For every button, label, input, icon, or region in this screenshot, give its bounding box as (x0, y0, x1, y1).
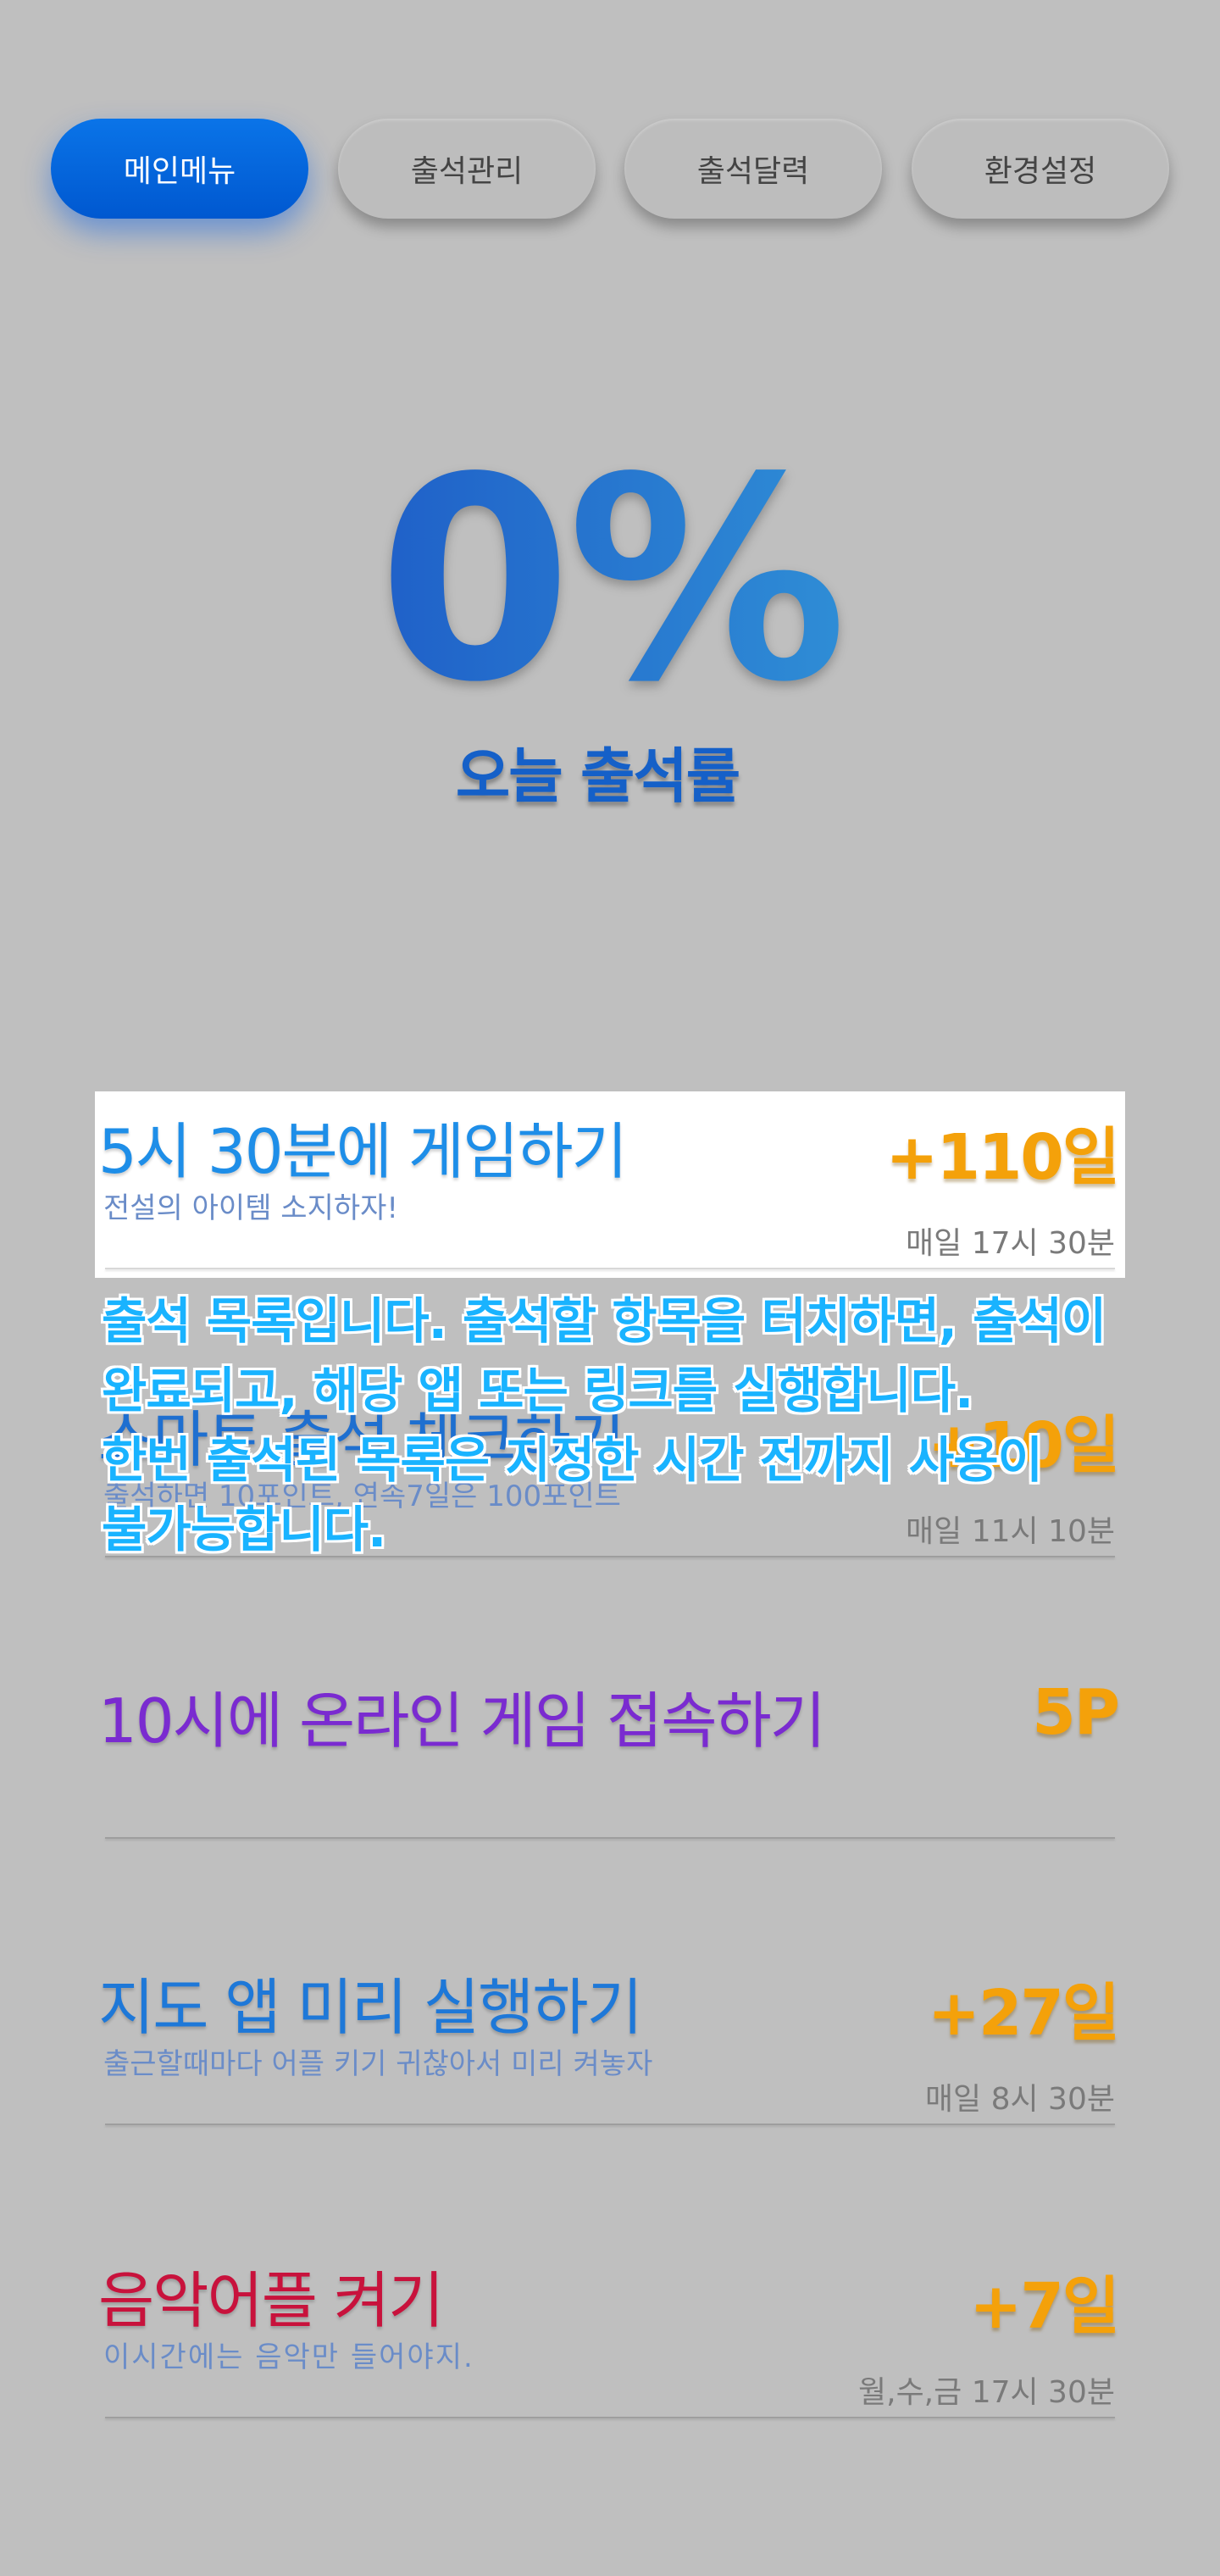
tab-label: 환경설정 (984, 154, 1097, 189)
item-points: +110일 (885, 1121, 1120, 1194)
tab-label: 출석관리 (410, 154, 524, 189)
tutorial-line: 한번 출석된 목록은 지정한 시간 전까지 사용이 (102, 1431, 1043, 1489)
item-schedule: 매일 8시 30분 (924, 2082, 1115, 2117)
item-divider (105, 2124, 1115, 2125)
list-item[interactable]: 5시 30분에 게임하기 전설의 아이템 소지하자! +110일 매일 17시 … (95, 1091, 1125, 1278)
item-points: +27일 (927, 1977, 1120, 2050)
tutorial-overlay: 출석 목록입니다. 출석할 항목을 터치하면, 출석이 완료되고, 해당 앱 또… (102, 1286, 1135, 1564)
list-item[interactable]: 10시에 온라인 게임 접속하기 5P (95, 1661, 1125, 1847)
item-points: 5P (1032, 1676, 1120, 1749)
item-title: 10시에 온라인 게임 접속하기 (98, 1685, 826, 1757)
item-subtitle: 전설의 아이템 소지하자! (103, 1191, 399, 1225)
tab-main-menu[interactable]: 메인메뉴 (51, 119, 308, 219)
tab-attendance-calendar[interactable]: 출석달력 (624, 119, 882, 219)
tab-label: 메인메뉴 (123, 154, 236, 189)
item-title: 음악어플 켜기 (98, 2265, 444, 2336)
item-divider (105, 1268, 1115, 1269)
tab-attendance-manage[interactable]: 출석관리 (338, 119, 596, 219)
tab-label: 출석달력 (696, 154, 810, 189)
list-item[interactable]: 음악어플 켜기 이시간에는 음악만 들어야지. +7일 월,수,금 17시 30… (95, 2240, 1125, 2427)
item-schedule: 매일 17시 30분 (906, 1226, 1115, 1261)
item-subtitle: 이시간에는 음악만 들어야지. (103, 2340, 474, 2374)
item-schedule: 월,수,금 17시 30분 (858, 2375, 1115, 2410)
item-divider (105, 1837, 1115, 1839)
tutorial-line: 완료되고, 해당 앱 또는 링크를 실행합니다. (102, 1362, 973, 1419)
list-item[interactable]: 지도 앱 미리 실행하기 출근할때마다 어플 키기 귀찮아서 미리 켜놓자 +2… (95, 1947, 1125, 2134)
item-divider (105, 2417, 1115, 2418)
tutorial-line: 출석 목록입니다. 출석할 항목을 터치하면, 출석이 (102, 1292, 1106, 1350)
item-title: 지도 앱 미리 실행하기 (98, 1972, 643, 2043)
attendance-rate-value: 0% (0, 441, 1220, 720)
item-points: +7일 (969, 2270, 1120, 2343)
item-title: 5시 30분에 게임하기 (98, 1116, 628, 1187)
tab-settings[interactable]: 환경설정 (912, 119, 1169, 219)
item-subtitle: 출근할때마다 어플 키기 귀찮아서 미리 켜놓자 (103, 2047, 653, 2081)
tutorial-line: 불가능합니다. (102, 1501, 386, 1558)
attendance-rate-label: 오늘 출석률 (455, 741, 740, 811)
